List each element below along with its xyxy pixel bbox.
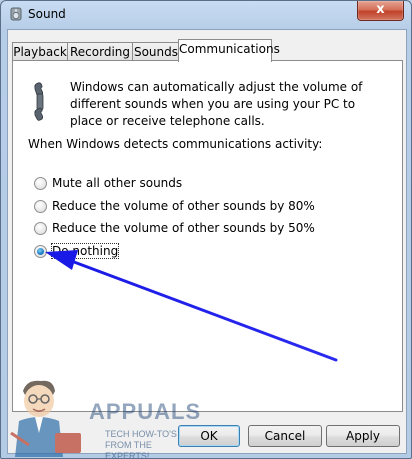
telephone-icon — [34, 82, 44, 121]
tab-playback[interactable]: Playback — [12, 42, 68, 61]
sound-dialog: Sound x Playback Recording Sounds Commun… — [0, 0, 412, 459]
info-text: Windows can automatically adjust the vol… — [70, 80, 363, 128]
apply-button[interactable]: Apply — [326, 425, 400, 447]
tab-sounds[interactable]: Sounds — [132, 42, 180, 61]
title-bar[interactable]: Sound x — [1, 1, 411, 29]
watermark-tagline: TECH HOW-TO'S FROM THE EXPERTS! — [105, 429, 177, 459]
option-reduce-80[interactable]: Reduce the volume of other sounds by 80% — [34, 197, 315, 215]
option-do-nothing[interactable]: Do nothing — [34, 242, 120, 260]
watermark-mascot-icon — [10, 380, 81, 457]
radio-button[interactable] — [34, 221, 47, 235]
cancel-button[interactable]: Cancel — [248, 425, 322, 447]
speaker-icon — [10, 7, 22, 21]
window-title: Sound — [28, 7, 66, 21]
watermark-brand: APPUALS — [89, 399, 202, 424]
tab-recording[interactable]: Recording — [67, 42, 133, 61]
tab-communications[interactable]: Communications — [178, 39, 280, 62]
radio-button-selected[interactable] — [34, 244, 47, 258]
option-mute-all[interactable]: Mute all other sounds — [34, 174, 182, 192]
option-label: Reduce the volume of other sounds by 50% — [52, 221, 315, 235]
close-icon: x — [376, 2, 385, 17]
option-reduce-50[interactable]: Reduce the volume of other sounds by 50% — [34, 219, 315, 237]
option-label: Do nothing — [50, 243, 120, 259]
communications-panel: Windows can automatically adjust the vol… — [12, 60, 403, 412]
detect-label: When Windows detects communications acti… — [28, 137, 323, 151]
option-label: Reduce the volume of other sounds by 80% — [52, 199, 315, 213]
option-label: Mute all other sounds — [52, 176, 183, 190]
radio-button[interactable] — [34, 199, 47, 213]
close-button[interactable]: x — [357, 1, 404, 21]
radio-button[interactable] — [34, 176, 47, 190]
